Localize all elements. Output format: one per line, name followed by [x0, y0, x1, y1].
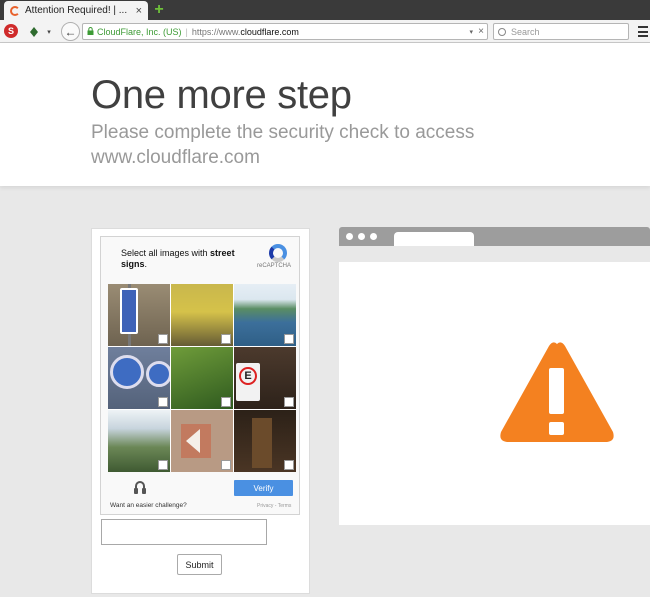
recaptcha-logo: reCAPTCHA	[257, 244, 293, 270]
captcha-footer: Verify Want an easier challenge? Privacy…	[101, 473, 299, 515]
search-placeholder: Search	[511, 26, 540, 37]
search-input[interactable]: Search	[493, 23, 629, 40]
tile-checkbox[interactable]	[221, 460, 231, 470]
tab-active[interactable]: Attention Required! | ... ×	[4, 1, 148, 20]
arrow-sign-image	[181, 424, 211, 458]
warning-triangle-icon	[500, 342, 614, 442]
captcha-image-grid: E	[108, 284, 296, 472]
url-scheme: https://www.	[191, 26, 241, 37]
road-sign-image	[146, 361, 170, 387]
instruction-suffix: .	[144, 259, 148, 269]
tab-strip: Attention Required! | ... × +	[0, 0, 650, 20]
window-dot	[346, 233, 353, 240]
captcha-instruction: Select all images with street signs.	[121, 248, 249, 270]
captcha-tile[interactable]	[108, 410, 170, 472]
road-sign-image	[110, 355, 144, 389]
captcha-tile[interactable]	[234, 284, 296, 346]
url-host: cloudflare.com	[240, 26, 299, 37]
captcha-tile[interactable]	[108, 347, 170, 409]
parking-sign-image: E	[236, 363, 260, 401]
window-dot	[358, 233, 365, 240]
url-clear-icon[interactable]: ×	[478, 26, 484, 37]
tile-checkbox[interactable]	[158, 460, 168, 470]
captcha-response-field[interactable]	[101, 519, 267, 545]
headphones-icon[interactable]	[133, 481, 147, 495]
extension-icon[interactable]: S	[4, 24, 18, 38]
easier-challenge-link[interactable]: Want an easier challenge?	[110, 502, 187, 509]
tile-checkbox[interactable]	[284, 460, 294, 470]
url-bar[interactable]: CloudFlare, Inc. (US) | https://www. clo…	[82, 23, 488, 40]
tile-checkbox[interactable]	[221, 334, 231, 344]
street-sign-image	[120, 288, 138, 334]
addon-icon[interactable]	[28, 24, 40, 39]
hamburger-menu-icon[interactable]	[637, 26, 648, 37]
url-history-dropdown-icon[interactable]: ▾	[469, 28, 473, 36]
illustration-tab	[394, 232, 474, 246]
back-button[interactable]: ←	[61, 22, 80, 41]
recaptcha-arrows-icon	[269, 244, 287, 262]
instruction-prefix: Select all images with	[121, 248, 211, 258]
new-tab-icon[interactable]: +	[151, 2, 167, 18]
recaptcha-widget: Select all images with street signs. reC…	[100, 236, 300, 515]
captcha-tile[interactable]	[171, 284, 233, 346]
navigation-toolbar: S ▾ ← CloudFlare, Inc. (US) | https://ww…	[0, 20, 650, 43]
tab-close-icon[interactable]: ×	[136, 5, 142, 17]
captcha-tile[interactable]	[171, 410, 233, 472]
doorway-image	[252, 418, 272, 468]
window-dot	[370, 233, 377, 240]
submit-button[interactable]: Submit	[177, 554, 222, 575]
site-identity[interactable]: CloudFlare, Inc. (US)	[97, 27, 182, 37]
lock-icon	[87, 26, 94, 37]
search-icon	[498, 27, 506, 36]
recaptcha-logo-text: reCAPTCHA	[257, 263, 292, 269]
tile-checkbox[interactable]	[158, 334, 168, 344]
tile-checkbox[interactable]	[221, 397, 231, 407]
tile-checkbox[interactable]	[284, 397, 294, 407]
captcha-tile[interactable]	[171, 347, 233, 409]
page-title: One more step	[91, 73, 352, 117]
tile-checkbox[interactable]	[158, 397, 168, 407]
captcha-tile[interactable]	[234, 410, 296, 472]
page-header: One more step Please complete the securi…	[0, 43, 650, 186]
captcha-tile[interactable]: E	[234, 347, 296, 409]
url-separator: |	[185, 26, 188, 37]
illustration-body	[339, 262, 650, 525]
page-subtitle: Please complete the security check to ac…	[91, 122, 475, 168]
loading-spinner-icon	[10, 5, 20, 16]
captcha-tile[interactable]	[108, 284, 170, 346]
addon-dropdown-icon[interactable]: ▾	[45, 24, 53, 39]
tile-checkbox[interactable]	[284, 334, 294, 344]
illustration-title-bar	[339, 227, 650, 246]
browser-illustration	[339, 227, 650, 525]
privacy-terms-link[interactable]: Privacy - Terms	[257, 503, 291, 509]
tab-title: Attention Required! | ...	[25, 5, 128, 16]
verify-button[interactable]: Verify	[234, 480, 293, 496]
